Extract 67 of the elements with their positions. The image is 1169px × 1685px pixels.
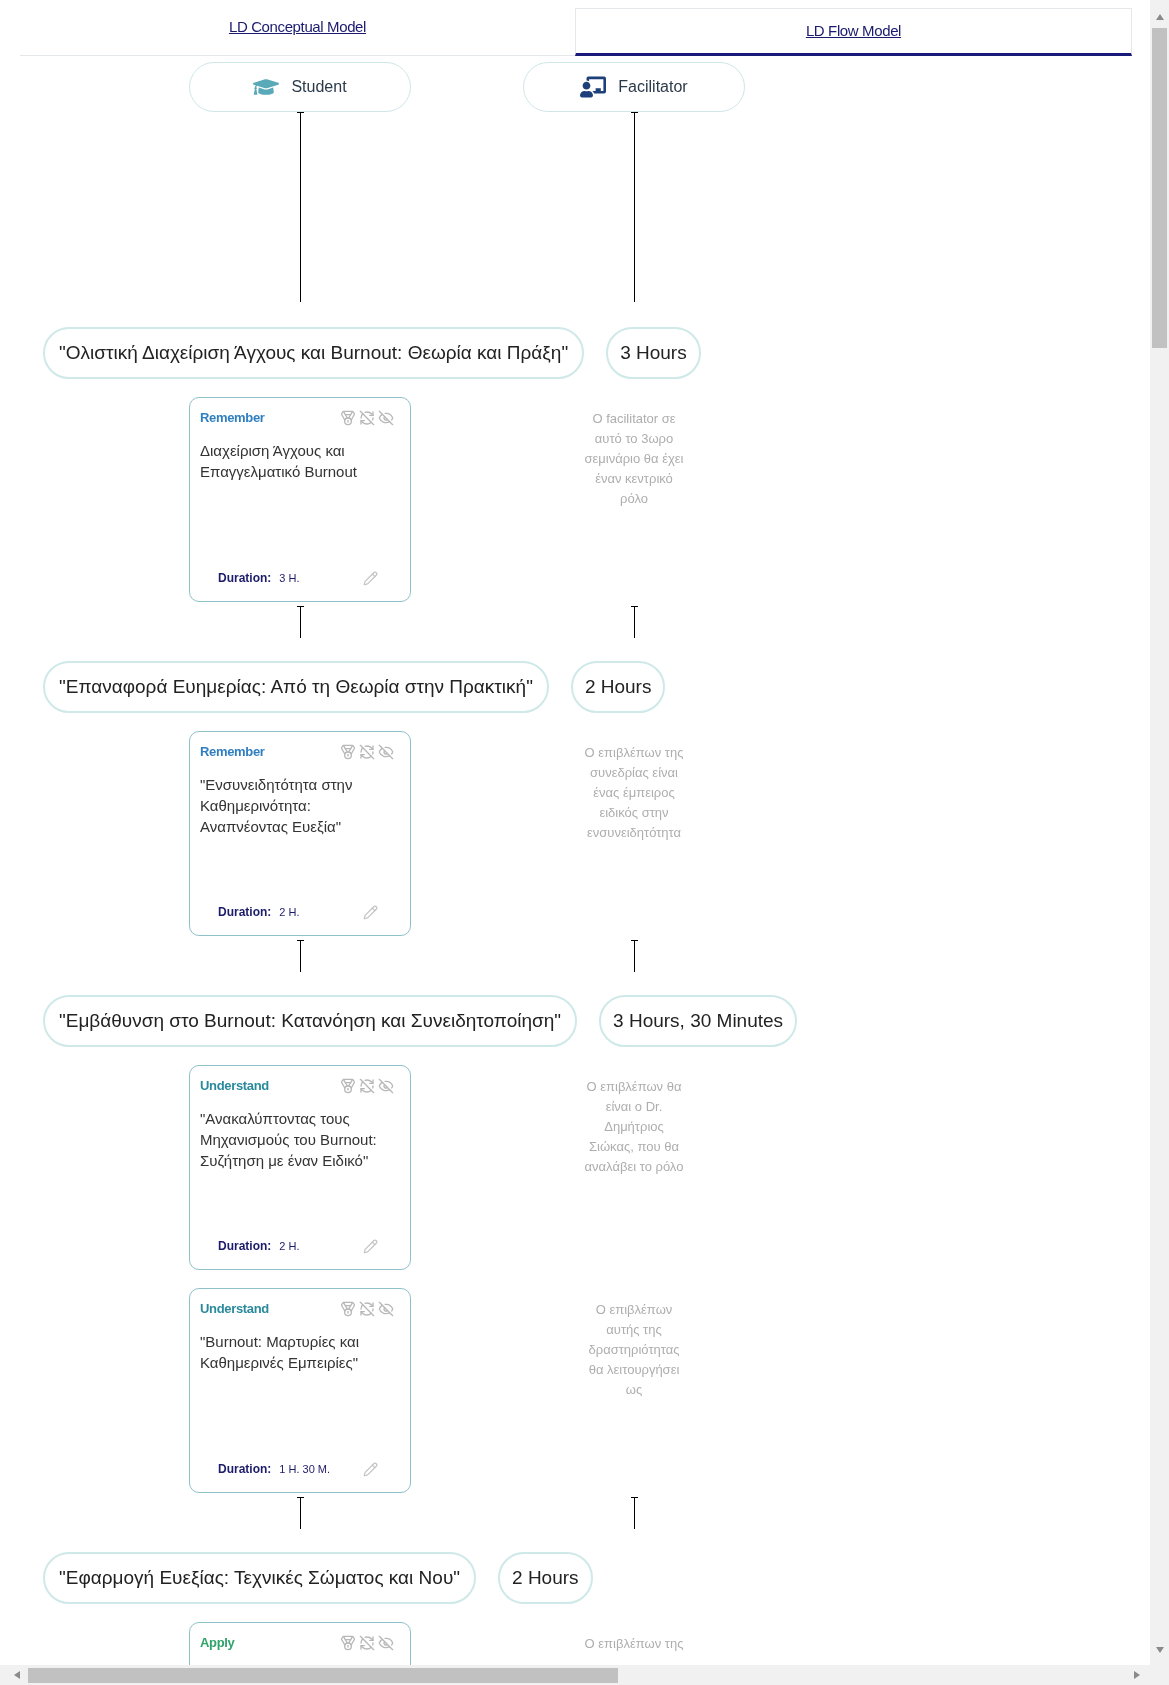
graduation-cap-icon [253,76,280,98]
medal-icon[interactable] [340,744,356,760]
duration-value: 3 H. [279,570,300,586]
facilitator-note: Ο facilitator σε αυτό το 3ωρο σεμινάριο θα έχει έναν κεντρικό ρόλο [583,410,685,508]
activity-title: Διαχείριση Άγχους και Επαγγελματικό Burnout [200,440,358,482]
tab[interactable]: LD Flow Model [575,8,1132,56]
scroll-right-icon[interactable] [1134,1671,1140,1679]
pencil-icon[interactable] [363,904,378,920]
duration-label: Duration: [218,570,272,587]
eye-off-icon[interactable] [378,1301,394,1317]
medal-icon[interactable] [340,1635,356,1651]
session-title: "Επαναφορά Ευημερίας: Από τη Θεωρία στην Πρακτική" [43,661,549,713]
session-duration: 2 Hours [570,661,666,713]
medal-icon[interactable] [340,410,356,426]
session-title: "Εφαρμογή Ευεξίας: Τεχνικές Σώματος και Νου" [43,1552,477,1604]
vertical-scrollbar[interactable] [1150,0,1169,1665]
bloom-level: Understand [200,1300,269,1318]
role-label: Facilitator [618,77,688,97]
duration-label: Duration: [218,1461,272,1478]
pencil-icon[interactable] [363,1238,378,1254]
crossed-arrows-icon[interactable] [359,1078,375,1094]
activity-title: "Burnout: Μαρτυρίες και Καθημερινές Εμπειρίες" [200,1331,361,1373]
scroll-up-icon[interactable] [1155,14,1164,20]
activity-card[interactable]: Understand "Burnout: Μαρτυρίες και Καθημερινές Εμπειρίες" Duration: 1 H. 30 M. [189,1288,411,1493]
session-duration: 2 Hours [498,1552,593,1604]
medal-icon[interactable] [340,1078,356,1094]
scrollbar-thumb[interactable] [28,1667,618,1683]
medal-icon[interactable] [340,1301,356,1317]
eye-off-icon[interactable] [378,744,394,760]
session-title: "Ολιστική Διαχείριση Άγχους και Burnout: Θεωρία και Πράξη" [43,327,585,379]
bloom-level: Remember [200,409,265,427]
eye-off-icon[interactable] [378,1078,394,1094]
activity-card[interactable]: Remember "Ενσυνειδητότητα στην Καθημερινότητα: Αναπνέοντας Ευεξία" Duration: 2 H. [189,731,411,936]
teacher-at-board-icon [580,76,607,98]
bloom-level: Remember [200,743,265,761]
role-label: Student [291,77,347,97]
session-duration: 3 Hours [606,327,701,379]
session-title: "Εμβάθυνση στο Burnout: Κατανόηση και Συνειδητοποίηση" [43,995,578,1047]
tab[interactable]: LD Conceptual Model [20,0,575,55]
crossed-arrows-icon[interactable] [359,410,375,426]
horizontal-scrollbar[interactable] [0,1665,1150,1685]
activity-card[interactable]: Remember Διαχείριση Άγχους και Επαγγελματικό Burnout Duration: 3 H. [189,397,411,602]
scroll-down-icon[interactable] [1155,1647,1164,1653]
duration-value: 2 H. [279,1238,300,1254]
scroll-left-icon[interactable] [14,1671,20,1679]
activity-title: "Ενσυνειδητότητα στην Καθημερινότητα: Αναπνέοντας Ευεξία" [200,774,354,837]
session-duration: 3 Hours, 30 Minutes [599,995,798,1047]
duration-value: 1 H. 30 M. [279,1461,331,1477]
activity-card[interactable]: Understand "Ανακαλύπτοντας τους Μηχανισμούς του Burnout: Συζήτηση με έναν Ειδικό" Duration: 2 H. [189,1065,411,1270]
duration-label: Duration: [218,904,272,921]
crossed-arrows-icon[interactable] [359,744,375,760]
pencil-icon[interactable] [363,1461,378,1477]
eye-off-icon[interactable] [378,410,394,426]
duration-label: Duration: [218,1238,272,1255]
bloom-level: Apply [200,1634,235,1652]
bloom-level: Understand [200,1077,269,1095]
crossed-arrows-icon[interactable] [359,1635,375,1651]
scrollbar-thumb[interactable] [1152,28,1167,348]
eye-off-icon[interactable] [378,1635,394,1651]
duration-value: 2 H. [279,904,300,920]
facilitator-note: Ο επιβλέπων της [583,1635,685,1653]
facilitator-note: Ο επιβλέπων θα είναι ο Dr. Δημήτριος Σιώκας, που θα αναλάβει το ρόλο [583,1078,685,1176]
activity-title: "Ανακαλύπτοντας τους Μηχανισμούς του Burnout: Συζήτηση με έναν Ειδικό" [200,1108,378,1171]
crossed-arrows-icon[interactable] [359,1301,375,1317]
facilitator-note: Ο επιβλέπων της συνεδρίας είναι ένας έμπειρος ειδικός στην ενσυνειδητότητα [583,744,685,842]
facilitator-note: Ο επιβλέπων αυτής της δραστηριότητας θα λειτουργήσει ως [587,1301,681,1399]
pencil-icon[interactable] [363,570,378,586]
